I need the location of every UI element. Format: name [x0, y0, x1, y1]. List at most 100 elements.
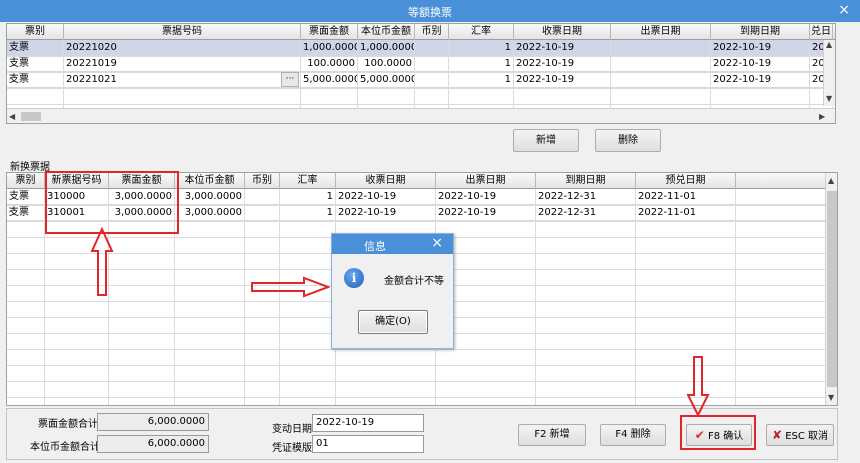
top_grid-row[interactable]: 支票 20221019 100.0000 100.0000 1 2022-10-19 202… — [7, 56, 835, 72]
top_grid-cell-amount[interactable]: 100.0000 — [301, 56, 358, 72]
bottom_grid-cell-recv-date[interactable]: 2022-10-19 — [336, 205, 436, 221]
bottom_grid-column-header: 本位币金额 — [175, 173, 245, 189]
top_grid-cell-amount[interactable]: 1,000.0000 — [301, 40, 358, 56]
annotation-highlight-box — [45, 171, 179, 234]
bottom_grid-grid-line — [7, 349, 825, 350]
esc-cancel-button[interactable]: ✘ ESC 取消 — [766, 424, 834, 446]
horizontal-scroll-thumb[interactable] — [21, 112, 41, 121]
top_grid-cell-recv-date[interactable]: 2022-10-19 — [514, 72, 611, 88]
add-bill-button[interactable]: 新增 — [513, 129, 579, 152]
top_grid-column-header: 汇率 — [449, 24, 514, 40]
bottom_grid-cell-rate[interactable]: 1 — [280, 189, 336, 205]
top_grid-cell-no[interactable]: 20221019 — [64, 56, 301, 72]
scroll-right-icon[interactable]: ▶ — [819, 112, 825, 121]
scroll-down-icon[interactable]: ▼ — [826, 94, 832, 103]
top_grid-column-header: 本位币金额 — [358, 24, 415, 40]
top_grid-cell-no[interactable]: 20221020 — [64, 40, 301, 56]
top_grid-column-header: 票别 — [7, 24, 64, 40]
esc-cancel-label: ESC 取消 — [785, 431, 829, 442]
change-date-field[interactable]: 2022-10-19 — [312, 414, 424, 432]
bottom_grid-column-header: 收票日期 — [336, 173, 436, 189]
top_grid-ellipsis-button[interactable]: ··· — [281, 72, 299, 87]
scroll-up-icon[interactable]: ▲ — [828, 176, 834, 185]
vertical-scroll-thumb[interactable] — [827, 191, 837, 387]
new-bills-section-title: 新换票据 — [10, 162, 50, 173]
base-total-label: 本位币金额合计 — [30, 442, 100, 453]
bottom_grid-cell-recv-date[interactable]: 2022-10-19 — [336, 189, 436, 205]
top_grid-cell-amount[interactable]: 5,000.0000 — [301, 72, 358, 88]
close-icon[interactable]: × — [838, 2, 850, 18]
close-icon[interactable]: × — [431, 235, 443, 251]
bottom_grid-cell-type[interactable]: 支票 — [7, 189, 45, 205]
scroll-left-icon[interactable]: ◀ — [9, 112, 15, 121]
top_grid-cell-issue-date[interactable] — [611, 40, 711, 56]
bottom_grid-cell-rate[interactable]: 1 — [280, 205, 336, 221]
delete-bill-button[interactable]: 删除 — [595, 129, 661, 152]
top_grid-cell-no[interactable]: 20221021 — [64, 72, 301, 88]
bottom_grid-cell-issue-date[interactable]: 2022-10-19 — [436, 205, 536, 221]
bottom-grid-vertical-scrollbar[interactable]: ▲ ▼ — [825, 173, 837, 405]
top_grid-cell-rate[interactable]: 1 — [449, 40, 514, 56]
top_grid-cell-recv-date[interactable]: 2022-10-19 — [514, 40, 611, 56]
f4-delete-button[interactable]: F4 删除 — [600, 424, 666, 446]
info-dialog: 信息 × i 金额合计不等 确定(O) — [331, 233, 454, 349]
bottom_grid-column-line — [535, 189, 536, 405]
voucher-template-field[interactable]: 01 — [312, 435, 424, 453]
top_grid-cell-issue-date[interactable] — [611, 56, 711, 72]
top_grid-cell-base-amount[interactable]: 5,000.0000 — [358, 72, 415, 88]
top_grid-column-header: 出票日期 — [611, 24, 711, 40]
bottom_grid-cell-base-amount[interactable]: 3,000.0000 — [175, 205, 245, 221]
bottom_grid-cell-currency[interactable] — [245, 205, 280, 221]
window-title: 等额换票 — [408, 6, 452, 19]
top_grid-cell-issue-date[interactable] — [611, 72, 711, 88]
f2-add-button[interactable]: F2 新增 — [518, 424, 586, 446]
top_grid-grid-line — [7, 88, 835, 89]
bottom_grid-column-header: 出票日期 — [436, 173, 536, 189]
top_grid-cell-type[interactable]: 支票 — [7, 56, 64, 72]
top_grid-row[interactable]: 支票 20221021 5,000.0000 5,000.0000 1 2022-10-1… — [7, 72, 835, 88]
bottom_grid-column-header: 到期日期 — [536, 173, 636, 189]
top_grid-column-header: 票面金额 — [301, 24, 358, 40]
bottom_grid-row-pointer-icon: > — [8, 205, 17, 216]
top_grid-cell-due-date[interactable]: 2022-10-19 — [711, 56, 810, 72]
top_grid-cell-due-date[interactable]: 2022-10-19 — [711, 72, 810, 88]
top_grid-row[interactable]: 支票 20221020 1,000.0000 1,000.0000 1 2022-10-1… — [7, 40, 835, 56]
top_grid-cell-currency[interactable] — [415, 40, 449, 56]
bottom_grid-column-header: 预兑日期 — [636, 173, 736, 189]
bottom_grid-cell-due-date[interactable]: 2022-12-31 — [536, 205, 636, 221]
top_grid-column-header: 币别 — [415, 24, 449, 40]
base-total-field: 6,000.0000 — [97, 435, 209, 453]
bottom_grid-cell-currency[interactable] — [245, 189, 280, 205]
top_grid-cell-type[interactable]: 支票 — [7, 40, 64, 56]
bottom_grid-column-header: 汇率 — [280, 173, 336, 189]
top_grid-cell-due-date[interactable]: 2022-10-19 — [711, 40, 810, 56]
top_grid-column-header: 到期日期 — [711, 24, 810, 40]
scroll-down-icon[interactable]: ▼ — [828, 393, 834, 402]
window-titlebar: 等额换票 × — [0, 0, 860, 22]
annotation-right-arrow — [251, 276, 330, 298]
scroll-up-icon[interactable]: ▲ — [826, 40, 832, 49]
bottom_grid-column-header: 币别 — [245, 173, 280, 189]
annotation-down-arrow — [686, 356, 710, 417]
top_grid-cell-base-amount[interactable]: 100.0000 — [358, 56, 415, 72]
top_grid-column-header: 票据号码 — [64, 24, 301, 40]
bottom_grid-cell-issue-date[interactable]: 2022-10-19 — [436, 189, 536, 205]
top_grid-cell-rate[interactable]: 1 — [449, 72, 514, 88]
top_grid-cell-currency[interactable] — [415, 72, 449, 88]
top-grid-vertical-scrollbar[interactable]: ▲ ▼ — [823, 40, 835, 106]
bottom_grid-cell-cash-date[interactable]: 2022-11-01 — [636, 205, 736, 221]
bottom_grid-cell-cash-date[interactable]: 2022-11-01 — [636, 189, 736, 205]
dialog-ok-button[interactable]: 确定(O) — [358, 310, 428, 334]
face-total-field: 6,000.0000 — [97, 413, 209, 431]
bottom_grid-cell-due-date[interactable]: 2022-12-31 — [536, 189, 636, 205]
dialog-message: 金额合计不等 — [384, 276, 444, 287]
top-grid-horizontal-scrollbar[interactable]: ◀ ▶ — [7, 108, 835, 123]
top_grid-header-row: 票别 票据号码 票面金额 本位币金额 币别 汇率 收票日期 出票日期 到期日期 兑日 — [7, 24, 835, 40]
annotation-up-arrow — [90, 227, 114, 296]
top_grid-cell-recv-date[interactable]: 2022-10-19 — [514, 56, 611, 72]
top_grid-cell-base-amount[interactable]: 1,000.0000 — [358, 40, 415, 56]
top_grid-cell-currency[interactable] — [415, 56, 449, 72]
change-date-label: 变动日期 — [272, 424, 312, 435]
bottom_grid-cell-base-amount[interactable]: 3,000.0000 — [175, 189, 245, 205]
top_grid-cell-rate[interactable]: 1 — [449, 56, 514, 72]
